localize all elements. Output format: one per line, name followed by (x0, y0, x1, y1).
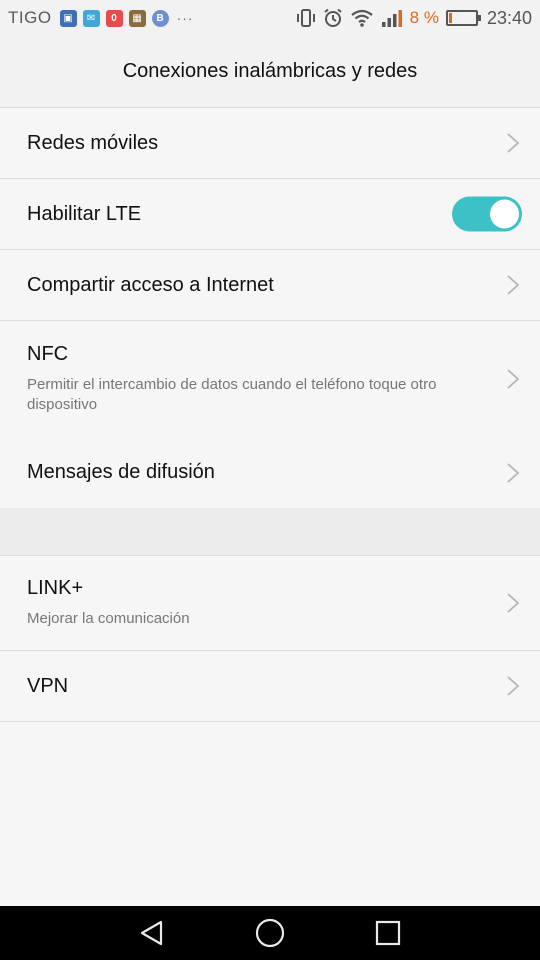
navigation-bar (0, 906, 540, 960)
notif-app-icon-2: ✉ (82, 9, 100, 27)
status-bar: TIGO ▣ ✉ 0 ▦ B ··· 8 % 23:40 (0, 0, 540, 36)
carrier-name: TIGO (8, 8, 52, 27)
more-notifications-indicator: ··· (176, 10, 194, 26)
notif-app-icon-3: 0 (105, 9, 123, 27)
list-item-title: Habilitar LTE (27, 202, 142, 225)
recent-apps-button[interactable] (369, 914, 407, 952)
lte-toggle[interactable] (452, 196, 522, 232)
back-triangle-icon (140, 920, 163, 946)
list-item-mensajes-difusion[interactable]: Mensajes de difusión (0, 437, 540, 508)
list-item-title: NFC (27, 343, 69, 365)
list-item-redes-moviles[interactable]: Redes móviles (0, 108, 540, 179)
list-item-nfc[interactable]: NFC Permitir el intercambio de datos cua… (0, 321, 540, 437)
list-item-compartir-acceso[interactable]: Compartir acceso a Internet (0, 250, 540, 321)
home-button[interactable] (251, 914, 289, 952)
signal-strength-icon (381, 8, 403, 28)
list-item-title: LINK+ (27, 577, 84, 599)
notification-icons: ▣ ✉ 0 ▦ B ··· (59, 9, 194, 27)
battery-percent: 8 % (409, 8, 439, 27)
battery-icon (445, 10, 481, 26)
chevron-right-icon (507, 676, 520, 696)
list-item-habilitar-lte[interactable]: Habilitar LTE (0, 179, 540, 250)
battery-level-fill (448, 13, 452, 23)
vibrate-icon (296, 8, 316, 28)
clock: 23:40 (486, 7, 532, 28)
list-item-subtitle: Permitir el intercambio de datos cuando … (27, 376, 437, 413)
chevron-right-icon (507, 369, 520, 389)
settings-list: Redes móviles Habilitar LTE Compartir ac… (0, 108, 540, 722)
chevron-right-icon (507, 275, 520, 295)
notif-app-icon-1: ▣ (59, 9, 77, 27)
section-divider (0, 508, 540, 556)
wifi-icon (350, 8, 374, 28)
alarm-icon (323, 8, 343, 28)
toggle-knob (490, 199, 519, 229)
notif-bluetooth-icon: B (151, 9, 169, 27)
home-circle-icon (255, 918, 285, 948)
chevron-right-icon (507, 133, 520, 153)
recent-apps-square-icon (375, 920, 401, 946)
back-button[interactable] (133, 914, 171, 952)
list-item-title: VPN (27, 674, 69, 697)
app-bar: Conexiones inalámbricas y redes (0, 36, 540, 108)
list-item-subtitle: Mejorar la comunicación (27, 610, 190, 627)
chevron-right-icon (507, 462, 520, 483)
list-item-link-plus[interactable]: LINK+ Mejorar la comunicación (0, 556, 540, 651)
list-item-title: Redes móviles (27, 131, 159, 154)
chevron-right-icon (507, 593, 520, 613)
list-item-vpn[interactable]: VPN (0, 651, 540, 722)
page-title: Conexiones inalámbricas y redes (122, 60, 418, 82)
list-item-title: Mensajes de difusión (27, 461, 215, 483)
notif-photo-icon: ▦ (128, 9, 146, 27)
list-item-title: Compartir acceso a Internet (27, 273, 274, 296)
